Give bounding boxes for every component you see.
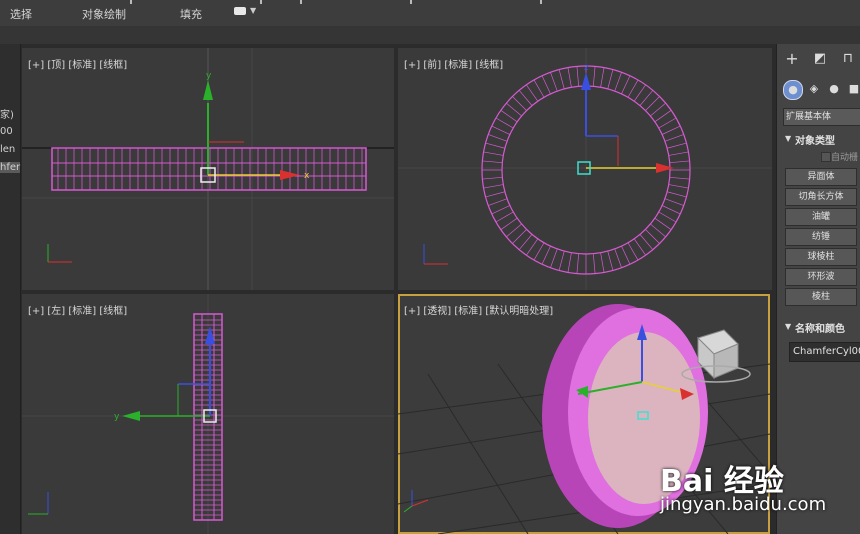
chevron-down-icon[interactable]: ▼ (250, 6, 256, 15)
ruler-tick (300, 0, 302, 4)
axis-label-x: x (304, 171, 310, 181)
list-item[interactable]: 家) (0, 106, 14, 121)
viewport-label-top[interactable]: [+] [顶] [标准] [线框] (28, 56, 127, 71)
viewport-label-left[interactable]: [+] [左] [标准] [线框] (28, 302, 127, 317)
ruler-tick (540, 0, 542, 4)
object-name-input[interactable]: ChamferCyl00 (789, 342, 860, 362)
menu-object-paint[interactable]: 对象绘制 (82, 6, 126, 22)
list-item[interactable]: len (0, 144, 15, 155)
menu-select[interactable]: 选择 (10, 6, 32, 22)
cameras-icon[interactable]: ■ (845, 80, 860, 98)
autogrid-label: 自动栅 (831, 153, 859, 163)
autogrid-checkbox[interactable] (821, 152, 831, 162)
collapse-icon[interactable]: ▼ (785, 322, 791, 331)
y-arrow-icon (203, 80, 213, 100)
hierarchy-tab-icon[interactable]: ⊓ (837, 48, 859, 70)
viewport-front[interactable]: [+] [前] [标准] [线框] z (398, 48, 772, 290)
ruler-tick (410, 0, 412, 4)
shapes-icon[interactable]: ◈ (805, 80, 823, 98)
lights-icon[interactable]: ● (825, 80, 843, 98)
list-item[interactable]: 00 (0, 126, 13, 137)
name-color-header[interactable]: 名称和颜色 (795, 320, 845, 335)
viewport-top-canvas: y x (22, 48, 394, 290)
viewport-label-front[interactable]: [+] [前] [标准] [线框] (404, 56, 503, 71)
geometry-icon[interactable]: ● (783, 80, 803, 100)
z-arrow-icon (581, 72, 591, 90)
gengon-button[interactable]: 球棱柱 (785, 248, 857, 266)
oil-tank-button[interactable]: 油罐 (785, 208, 857, 226)
axis-label-y: y (114, 412, 120, 422)
axis-label-z: z (584, 63, 589, 73)
watermark-url: jingyan.baidu.com (660, 494, 827, 515)
chamfer-box-button[interactable]: 切角长方体 (785, 188, 857, 206)
category-dropdown[interactable]: 扩展基本体 (783, 108, 860, 126)
x-arrow-icon (656, 163, 674, 173)
viewport-label-perspective[interactable]: [+] [透视] [标准] [默认明暗处理] (404, 302, 553, 317)
ruler-tick (130, 0, 132, 4)
options-icon[interactable] (234, 7, 246, 15)
scene-explorer-strip: 家) 00 len hfer (0, 44, 21, 534)
collapse-icon[interactable]: ▼ (785, 134, 791, 143)
viewport-left-canvas: y (22, 294, 394, 534)
list-item-selected[interactable]: hfer (0, 162, 21, 173)
ruler-tick (260, 0, 262, 4)
menu-bar: 选择 对象绘制 填充 ▼ (0, 0, 860, 27)
y-arrow-icon (122, 411, 140, 421)
viewport-left[interactable]: [+] [左] [标准] [线框] y (22, 294, 394, 534)
menu-populate[interactable]: 填充 (180, 6, 202, 22)
secondary-toolbar (0, 26, 860, 44)
viewport-front-canvas: z (398, 48, 772, 290)
spindle-button[interactable]: 纺锤 (785, 228, 857, 246)
axis-label-y: y (206, 71, 212, 81)
ringwave-button[interactable]: 环形波 (785, 268, 857, 286)
hedra-button[interactable]: 异面体 (785, 168, 857, 186)
create-tab-icon[interactable]: + (781, 48, 803, 70)
prism-button[interactable]: 棱柱 (785, 288, 857, 306)
command-panel: + ◩ ⊓ ● ◈ ● ■ 扩展基本体 ▼ 对象类型 自动栅 异面体 切角长方体… (776, 44, 860, 534)
object-type-header[interactable]: 对象类型 (795, 132, 835, 147)
viewport-top[interactable]: [+] [顶] [标准] [线框] y x (22, 48, 394, 290)
modify-tab-icon[interactable]: ◩ (809, 48, 831, 70)
